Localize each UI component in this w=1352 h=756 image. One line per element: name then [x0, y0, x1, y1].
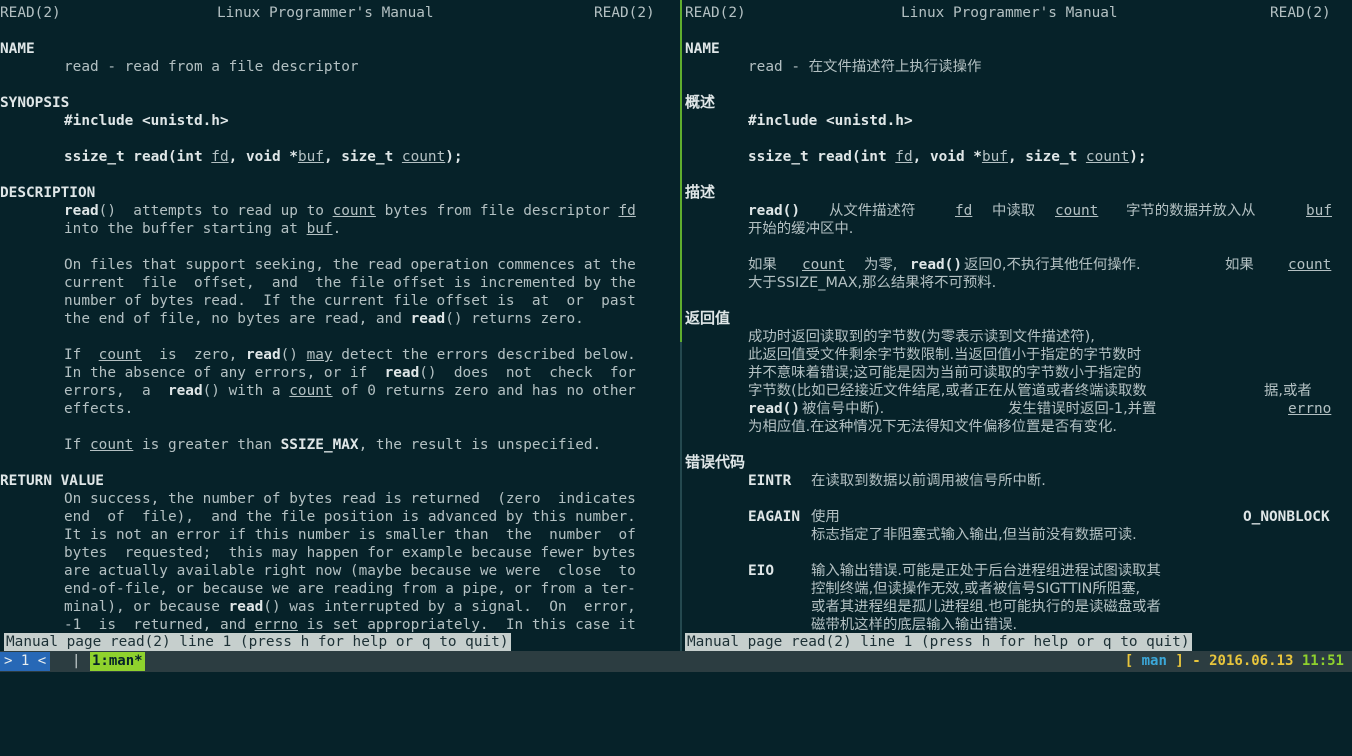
return-line-zh: 并不意味着错误;这可能是因为当前可读取的字节数小于指定的: [748, 365, 1142, 381]
desc-line-zh: read() 从文件描述符 fd 中读取 count 字节的数据并放入从 buf: [748, 203, 1332, 219]
tmux-separator: |: [72, 653, 81, 669]
tmux-window-tab[interactable]: 1:man*: [90, 652, 145, 671]
desc-line: If count is zero, read() may detect the …: [64, 347, 636, 363]
tmux-time: 11:51: [1301, 653, 1344, 669]
desc-line-zh: 如果 count 为零, read() 返回0,不执行其他任何操作. 如果 count: [748, 257, 1332, 273]
return-line: end-of-file, or because we are reading f…: [64, 581, 636, 597]
return-line: On success, the number of bytes read is …: [64, 491, 636, 507]
error-entry-cont: 控制终端,但读操作无效,或者被信号SIGTTIN所阻塞,: [811, 581, 1141, 597]
signature-line-zh: ssize_t read(int fd, void *buf, size_t c…: [748, 149, 1147, 165]
tmux-process: man: [1141, 653, 1167, 669]
signature-line: ssize_t read(int fd, void *buf, size_t c…: [64, 149, 463, 165]
return-line-zh: 为相应值.在这种情况下无法得知文件偏移位置是否有变化.: [748, 419, 1117, 435]
return-value-heading-zh: 返回值: [685, 309, 731, 327]
tmux-date: 2016.06.13: [1209, 653, 1294, 669]
synopsis-heading-zh: 概述: [685, 93, 716, 111]
pane-divider-inactive: [680, 342, 682, 651]
name-heading: NAME: [0, 41, 35, 57]
name-text-zh: read - 在文件描述符上执行读操作: [748, 59, 982, 75]
return-line: are actually available right now (maybe …: [64, 563, 636, 579]
name-heading-zh: NAME: [685, 41, 720, 57]
description-heading: DESCRIPTION: [0, 185, 96, 201]
desc-line-zh: 开始的缓冲区中.: [748, 221, 854, 237]
synopsis-heading: SYNOPSIS: [0, 95, 70, 111]
desc-line: the end of file, no bytes are read, and …: [64, 311, 584, 327]
error-entry: EAGAIN 使用 O_NONBLOCK: [748, 509, 1330, 525]
return-line-zh: 此返回值受文件剩余字节数限制.当返回值小于指定的字节数时: [748, 347, 1142, 363]
description-heading-zh: 描述: [685, 183, 716, 201]
return-line: end of file), and the file position is a…: [64, 509, 636, 525]
include-line: #include <unistd.h>: [64, 113, 229, 129]
left-header-left: READ(2): [0, 5, 61, 21]
error-entry-cont: 磁带机这样的底层输入输出错误.: [811, 617, 1018, 633]
return-line: -1 is returned, and errno is set appropr…: [64, 617, 636, 633]
return-line-zh: 字节数(比如已经接近文件结尾,或者正在从管道或者终端读取数 据,或者: [748, 383, 1312, 399]
param-count: count: [401, 149, 446, 165]
return-value-heading: RETURN VALUE: [0, 473, 104, 489]
param-buf: buf: [297, 149, 324, 165]
desc-line: current file offset, and the file offset…: [64, 275, 636, 291]
error-entry-cont: 或者其进程组是孤儿进程组.也可能执行的是读磁盘或者: [811, 599, 1161, 615]
return-line: bytes requested; this may happen for exa…: [64, 545, 636, 561]
error-entry-cont: 标志指定了非阻塞式输入输出,但当前没有数据可读.: [811, 527, 1137, 543]
right-header-left: READ(2): [685, 5, 746, 21]
error-entry: EINTR 在读取到数据以前调用被信号所中断.: [748, 473, 1046, 489]
left-pager-status: Manual page read(2) line 1 (press h for …: [4, 633, 511, 651]
desc-line: number of bytes read. If the current fil…: [64, 293, 636, 309]
return-line-zh: 成功时返回读取到的字节数(为零表示读到文件描述符),: [748, 329, 1095, 345]
tmux-status-bar: > 1 < | 1:man* [ man ] - 2016.06.13 11:5…: [0, 651, 1352, 672]
desc-line: errors, a read() with a count of 0 retur…: [64, 383, 636, 399]
errors-heading-zh: 错误代码: [685, 453, 746, 471]
include-line-zh: #include <unistd.h>: [748, 113, 913, 129]
return-line-zh: read() 被信号中断). 发生错误时返回-1,并置 errno: [748, 401, 1332, 417]
return-line: minal), or because read() was interrupte…: [64, 599, 636, 615]
right-pager-status: Manual page read(2) line 1 (press h for …: [685, 633, 1192, 651]
desc-line: If count is greater than SSIZE_MAX, the …: [64, 437, 602, 453]
desc-line: into the buffer starting at buf.: [64, 221, 342, 237]
desc-line: In the absence of any errors, or if read…: [64, 365, 636, 381]
desc-line-zh: 大于SSIZE_MAX,那么结果将不可预料.: [748, 275, 997, 291]
desc-line: effects.: [64, 401, 134, 417]
tmux-right-status: [ man ] - 2016.06.13 11:51: [1124, 653, 1344, 669]
right-header-center: Linux Programmer's Manual: [901, 5, 1118, 21]
right-header-right: READ(2): [1270, 5, 1331, 21]
left-header-right: READ(2): [594, 5, 655, 21]
left-man-pane[interactable]: READ(2) Linux Programmer's Manual READ(2…: [0, 0, 679, 651]
error-entry: EIO 输入输出错误.可能是正处于后台进程组进程试图读取其: [748, 563, 1161, 579]
param-fd: fd: [211, 149, 229, 165]
pane-divider-active: [680, 0, 682, 342]
desc-line: On files that support seeking, the read …: [64, 257, 636, 273]
tmux-session-index[interactable]: > 1 <: [0, 652, 51, 671]
return-line: It is not an error if this number is sma…: [64, 527, 636, 543]
name-text: read - read from a file descriptor: [64, 59, 359, 75]
right-man-pane[interactable]: READ(2) Linux Programmer's Manual READ(2…: [683, 0, 1352, 651]
left-header-center: Linux Programmer's Manual: [217, 5, 434, 21]
desc-line: read() attempts to read up to count byte…: [64, 203, 636, 219]
